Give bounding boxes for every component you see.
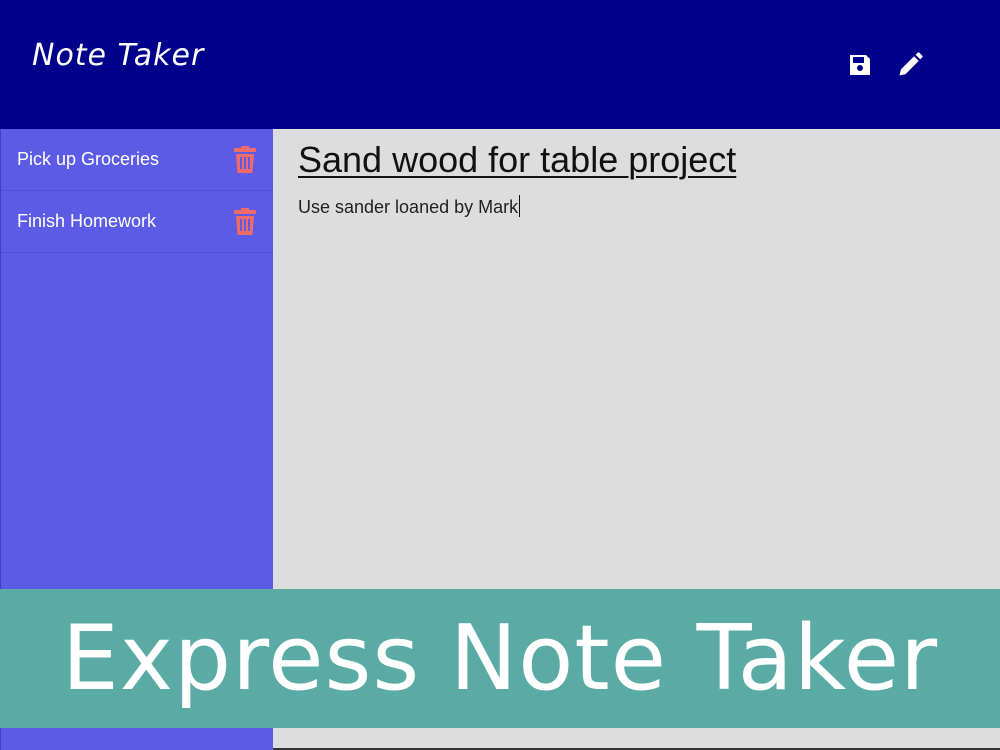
note-item-label: Pick up Groceries — [17, 149, 160, 169]
list-item[interactable]: Pick up Groceries — [1, 129, 273, 191]
trash-icon — [234, 145, 256, 173]
editor-bottom-edge — [273, 728, 1000, 750]
title-banner: Express Note Taker — [0, 589, 1000, 728]
list-item[interactable]: Finish Homework — [1, 191, 273, 253]
trash-icon — [234, 207, 256, 235]
note-text-content: Use sander loaned by Mark — [298, 197, 519, 217]
note-item-label: Finish Homework — [17, 211, 157, 231]
delete-note-button[interactable] — [233, 207, 257, 235]
navbar: Note Taker — [0, 0, 1000, 129]
banner-title: Express Note Taker — [61, 606, 939, 711]
note-text-area[interactable]: Use sander loaned by Mark — [298, 195, 978, 218]
pencil-icon — [899, 52, 923, 76]
new-note-button[interactable] — [896, 50, 924, 80]
note-title-input[interactable]: Sand wood for table project — [298, 139, 978, 181]
floppy-disk-icon — [850, 55, 870, 75]
delete-note-button[interactable] — [233, 145, 257, 173]
app-brand[interactable]: Note Taker — [32, 38, 204, 73]
text-caret — [519, 195, 521, 217]
save-note-button[interactable] — [846, 50, 874, 80]
